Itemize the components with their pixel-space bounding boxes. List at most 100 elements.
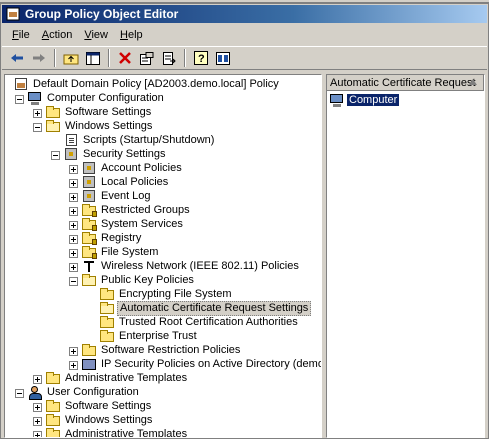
tree-item-computer-configuration[interactable]: Computer Configuration <box>27 91 166 105</box>
toolbar: ? <box>2 46 487 70</box>
expand-toggle[interactable] <box>69 165 78 174</box>
tree-item-automatic-certificate-request-settings[interactable]: Automatic Certificate Request Settings <box>99 300 312 316</box>
collapse-toggle[interactable] <box>33 123 42 132</box>
list-item-label: Computer <box>347 93 400 106</box>
expand-toggle[interactable] <box>69 235 78 244</box>
title-bar[interactable]: Group Policy Object Editor <box>2 5 487 23</box>
toolbar-separator <box>184 49 186 67</box>
tree-item-account-policies[interactable]: Account Policies <box>81 161 184 175</box>
tree-item-system-services[interactable]: System Services <box>81 217 185 231</box>
tree-item-label: File System <box>101 245 159 258</box>
menu-action[interactable]: Action <box>36 29 79 41</box>
tree-item-scripts[interactable]: Scripts (Startup/Shutdown) <box>63 133 216 147</box>
properties-icon <box>140 51 154 65</box>
tree-item-registry[interactable]: Registry <box>81 231 143 245</box>
tree-item-software-settings[interactable]: Software Settings <box>45 105 153 119</box>
column-header-label: Automatic Certificate Request <box>330 76 476 89</box>
tree-item-ip-security-policies[interactable]: IP Security Policies on Active Directory… <box>81 357 321 371</box>
collapse-toggle[interactable] <box>51 151 60 160</box>
tree-item-software-restriction-policies[interactable]: Software Restriction Policies <box>81 343 242 357</box>
menu-help-rest: elp <box>127 28 143 41</box>
local-policies-icon <box>81 175 97 189</box>
folder-icon <box>45 399 61 413</box>
tree-item-encrypting-file-system[interactable]: Encrypting File System <box>99 287 233 301</box>
security-settings-icon <box>63 147 79 161</box>
menu-file-mnemonic: F <box>12 28 19 41</box>
properties-button[interactable] <box>136 48 158 68</box>
menu-help[interactable]: Help <box>114 29 149 41</box>
tree-item-label: Software Settings <box>65 105 152 118</box>
sort-ascending-icon <box>469 79 477 85</box>
tree-item-event-log[interactable]: Event Log <box>81 189 153 203</box>
details-pane[interactable]: Automatic Certificate Request Computer <box>326 74 485 438</box>
expand-toggle[interactable] <box>69 347 78 356</box>
tree-item-user-software-settings[interactable]: Software Settings <box>45 399 153 413</box>
tree-item-file-system[interactable]: File System <box>81 245 160 259</box>
delete-button[interactable] <box>114 48 136 68</box>
menu-file[interactable]: File <box>6 29 36 41</box>
tree-item-security-settings[interactable]: Security Settings <box>63 147 168 161</box>
tree-item-user-windows-settings[interactable]: Windows Settings <box>45 413 154 427</box>
tree-item-label: Enterprise Trust <box>119 329 197 342</box>
tree-item-label: Registry <box>101 231 142 244</box>
tree-item-label: Security Settings <box>83 147 166 160</box>
tree-item-label: System Services <box>101 217 183 230</box>
tree-item-default-domain-policy[interactable]: Default Domain Policy [AD2003.demo.local… <box>13 77 281 91</box>
tree-item-public-key-policies[interactable]: Public Key Policies <box>81 273 196 287</box>
expand-toggle[interactable] <box>69 263 78 272</box>
expand-toggle[interactable] <box>69 361 78 370</box>
tree-item-windows-settings[interactable]: Windows Settings <box>45 119 154 133</box>
expand-toggle[interactable] <box>69 193 78 202</box>
computer-icon <box>329 93 345 107</box>
menu-bar: File Action View Help <box>2 25 487 44</box>
tree-item-label: Administrative Templates <box>65 371 188 384</box>
expand-toggle[interactable] <box>33 375 42 384</box>
menu-view-rest: iew <box>91 28 108 41</box>
forward-button[interactable] <box>28 48 50 68</box>
show-hide-tree-button[interactable] <box>82 48 104 68</box>
help-button[interactable]: ? <box>190 48 212 68</box>
up-one-level-button[interactable] <box>60 48 82 68</box>
collapse-toggle[interactable] <box>15 389 24 398</box>
tree-item-label: Software Restriction Policies <box>101 343 241 356</box>
expand-toggle[interactable] <box>69 207 78 216</box>
export-list-icon <box>162 51 176 65</box>
tree-item-label: User Configuration <box>47 385 139 398</box>
menu-action-rest: ction <box>49 28 73 41</box>
tree-item-user-configuration[interactable]: User Configuration <box>27 385 141 400</box>
expand-toggle[interactable] <box>69 179 78 188</box>
user-icon <box>27 385 43 400</box>
script-icon <box>63 133 79 147</box>
folder-icon <box>45 371 61 385</box>
collapse-toggle[interactable] <box>15 95 24 104</box>
menu-view[interactable]: View <box>78 29 114 41</box>
folder-open-icon <box>81 273 97 287</box>
gpo-icon <box>13 77 29 91</box>
export-list-button[interactable] <box>158 48 180 68</box>
tree-item-enterprise-trust[interactable]: Enterprise Trust <box>99 329 199 343</box>
expand-toggle[interactable] <box>69 249 78 258</box>
expand-toggle[interactable] <box>33 403 42 412</box>
list-item-computer[interactable]: Computer <box>327 92 484 107</box>
expand-toggle[interactable] <box>33 431 42 437</box>
menu-action-mnemonic: A <box>41 28 50 41</box>
tree-item-label: Public Key Policies <box>101 273 194 286</box>
expand-toggle[interactable] <box>33 417 42 426</box>
back-button[interactable] <box>6 48 28 68</box>
tree-item-administrative-templates[interactable]: Administrative Templates <box>45 371 189 385</box>
computer-icon <box>27 91 43 105</box>
tree-item-user-administrative-templates[interactable]: Administrative Templates <box>45 427 189 437</box>
expand-toggle[interactable] <box>33 109 42 118</box>
expand-toggle[interactable] <box>69 221 78 230</box>
console-button[interactable] <box>212 48 234 68</box>
collapse-toggle[interactable] <box>69 277 78 286</box>
column-header-automatic-certificate-request[interactable]: Automatic Certificate Request <box>327 75 484 91</box>
tree-item-local-policies[interactable]: Local Policies <box>81 175 170 189</box>
tree-item-label: Windows Settings <box>65 413 153 426</box>
tree-item-restricted-groups[interactable]: Restricted Groups <box>81 203 192 217</box>
tree-item-wireless-network-policies[interactable]: Wireless Network (IEEE 802.11) Policies <box>81 259 301 273</box>
folder-lock-icon <box>81 217 97 231</box>
console-tree[interactable]: Default Domain Policy [AD2003.demo.local… <box>4 74 322 438</box>
tree-item-label: Local Policies <box>101 175 169 188</box>
tree-item-trusted-root-certification-authorities[interactable]: Trusted Root Certification Authorities <box>99 315 300 329</box>
